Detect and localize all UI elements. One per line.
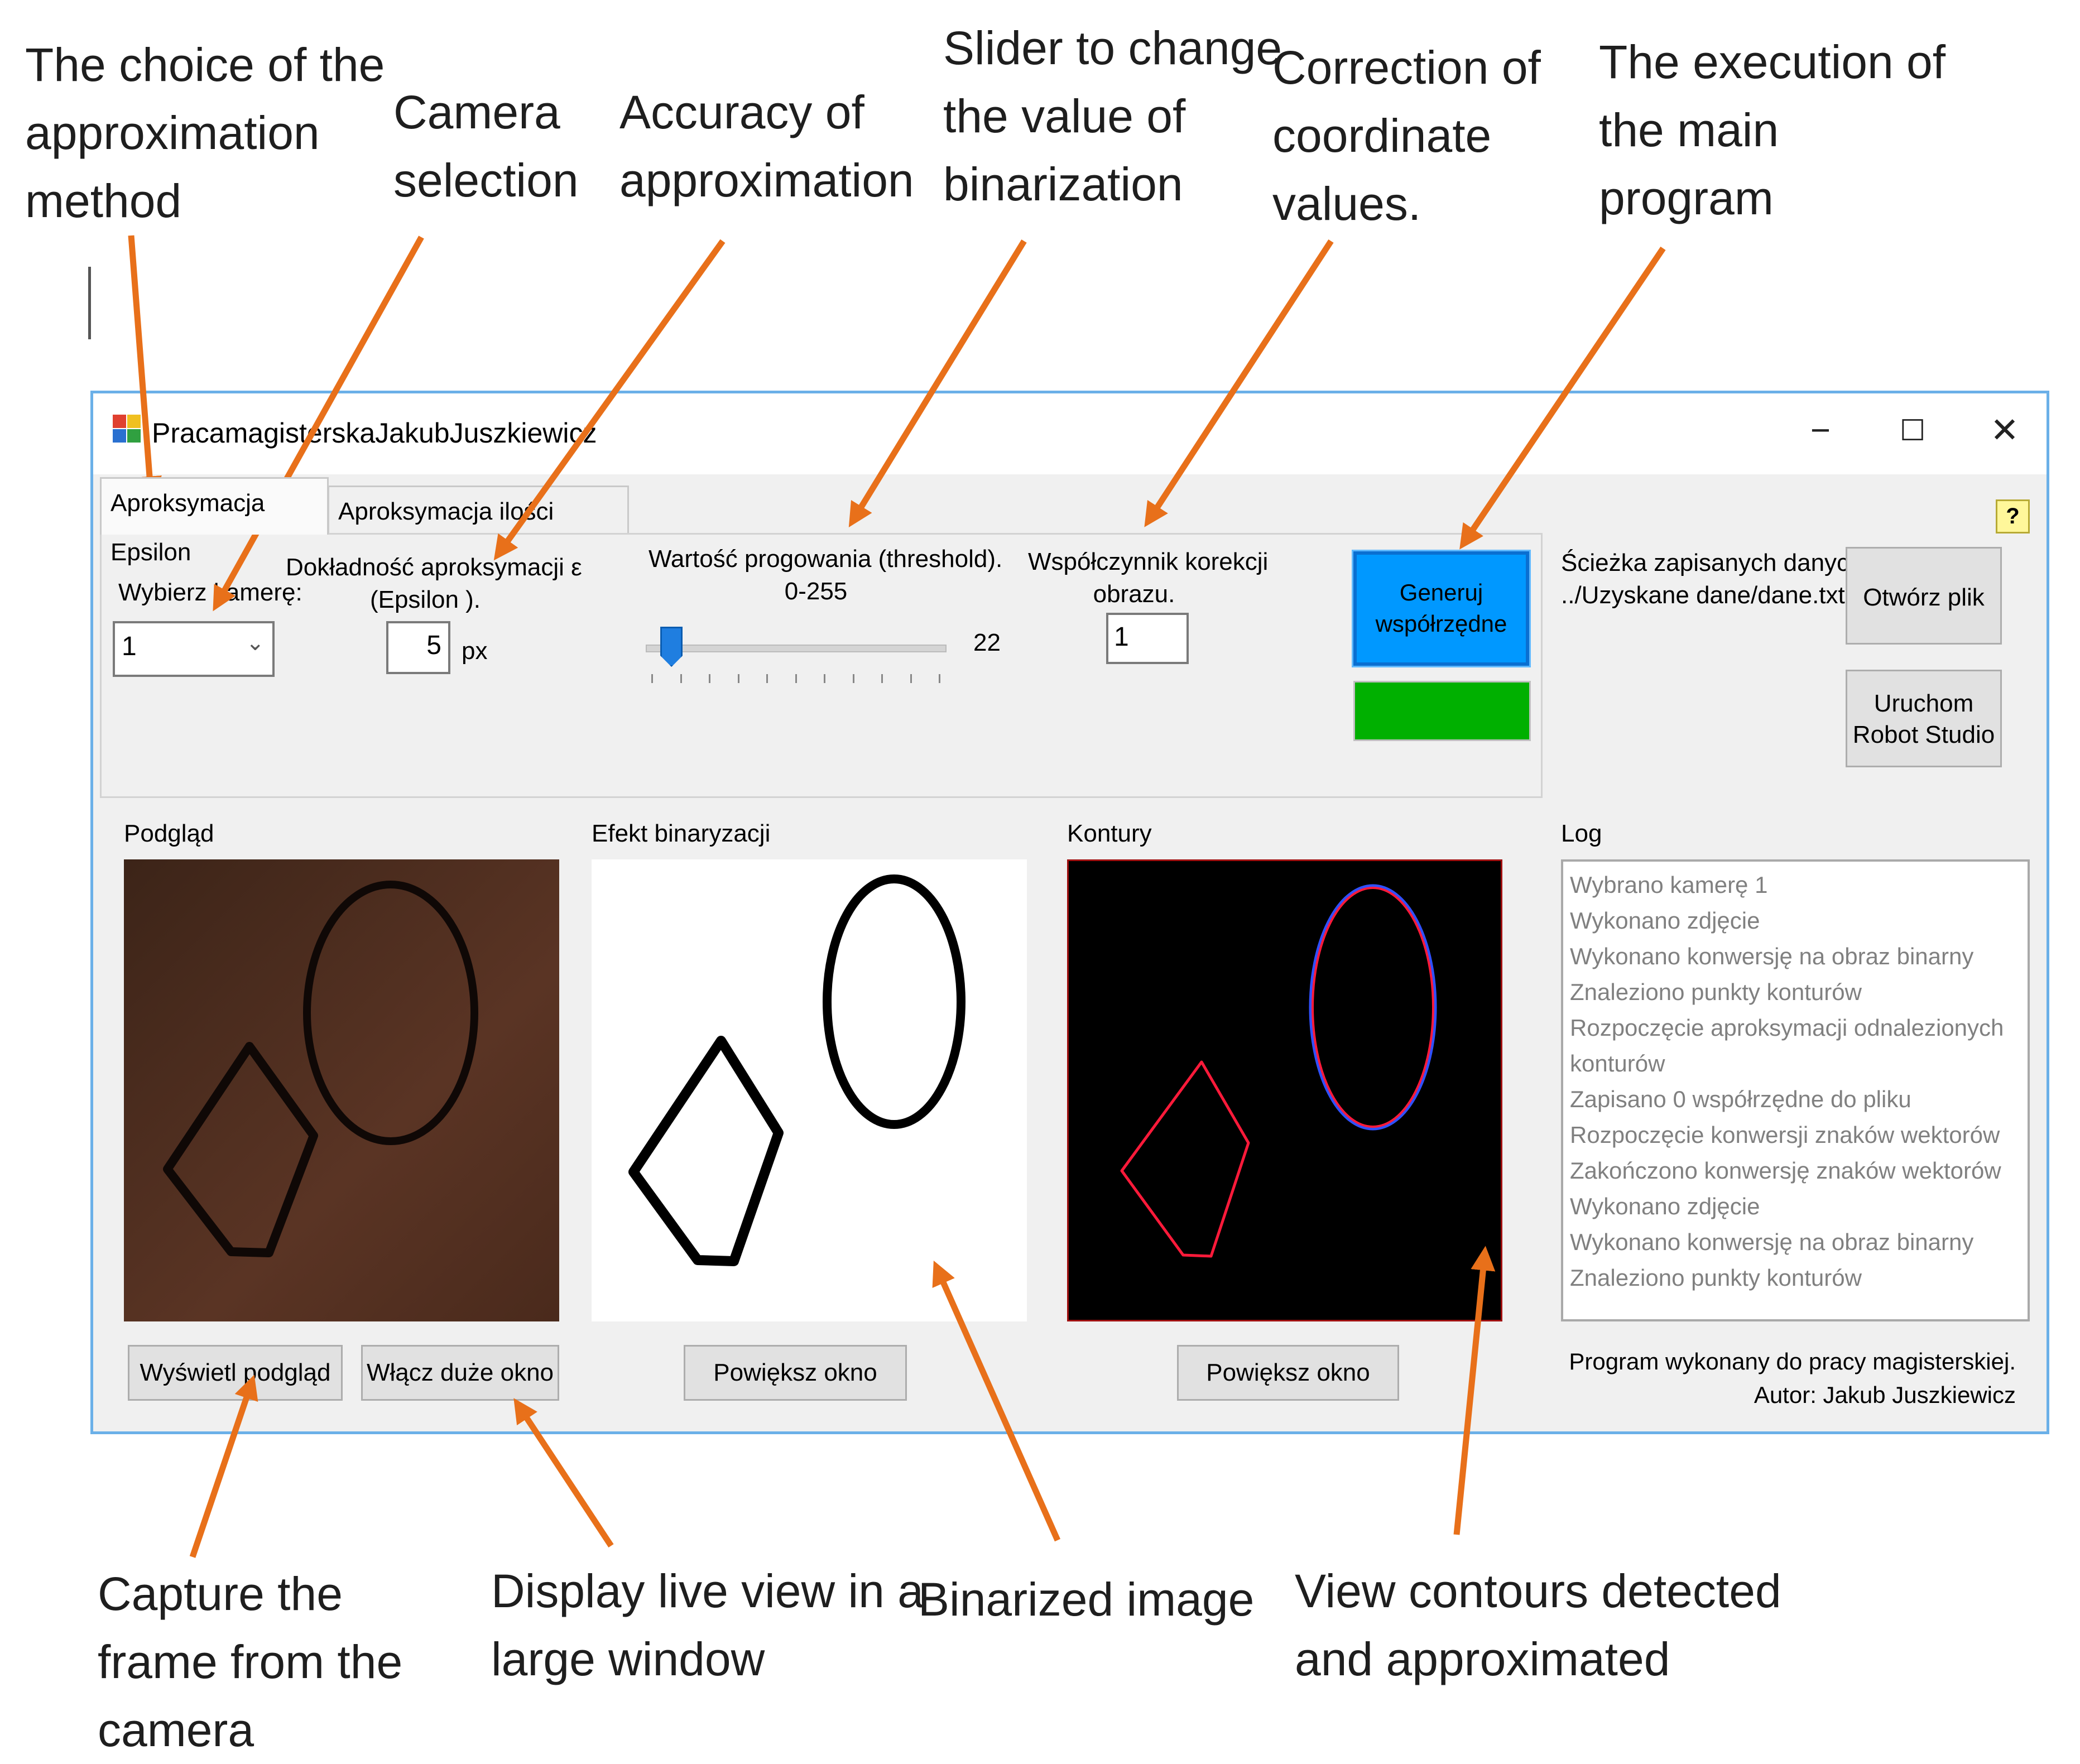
- annotation-approximation-method: The choice of the approximation method: [25, 39, 385, 227]
- correction-input[interactable]: 1: [1106, 613, 1189, 664]
- log-line: Wybrano kamerę 1: [1570, 872, 1768, 898]
- chevron-down-icon: ⌄: [246, 631, 265, 655]
- preview-label: Podgląd: [124, 820, 214, 847]
- text-cursor: [88, 267, 91, 339]
- slider-tick: [795, 674, 797, 683]
- correction-label: Współczynnik korekcji obrazu.: [1028, 548, 1269, 608]
- enlarge-binary-button[interactable]: Powiększ okno: [684, 1345, 907, 1401]
- close-button[interactable]: ✕: [1963, 400, 2047, 462]
- log-label: Log: [1561, 820, 1602, 847]
- annotation-camera-selection: Camera selection: [393, 86, 579, 206]
- open-file-button[interactable]: Otwórz plik: [1846, 547, 2002, 645]
- log-line: Zapisano 0 współrzędne do pliku: [1570, 1086, 1911, 1112]
- log-line: Wykonano zdjęcie: [1570, 1193, 1760, 1219]
- threshold-label: Wartość progowania (threshold). 0-255: [649, 545, 1003, 605]
- log-line: Wykonano konwersję na obraz binarny: [1570, 1229, 1974, 1255]
- camera-select[interactable]: 1 ⌄: [113, 621, 275, 677]
- log-line: Zakończono konwersję znaków wektorów: [1570, 1157, 2001, 1184]
- camera-select-value: 1: [122, 632, 137, 661]
- settings-panel: Wybierz kamerę: 1 ⌄ Dokładność aproksyma…: [100, 533, 1543, 798]
- log-line: Rozpoczęcie aproksymacji odnalezionych: [1570, 1015, 2004, 1041]
- annotation-binarized: Binarized image: [918, 1573, 1255, 1626]
- log-line: Znaleziono punkty konturów: [1570, 979, 1862, 1005]
- threshold-slider-thumb[interactable]: [660, 627, 683, 667]
- app-window: PracamagisterskaJakubJuszkiewicz − ☐ ✕ A…: [90, 391, 2049, 1434]
- log-box[interactable]: Wybrano kamerę 1 Wykonano zdjęcie Wykona…: [1561, 859, 2030, 1321]
- binarized-image: [592, 859, 1027, 1321]
- app-icon: [113, 415, 142, 444]
- window-title: PracamagisterskaJakubJuszkiewicz: [152, 417, 597, 449]
- slider-tick: [737, 674, 739, 683]
- log-line: Wykonano konwersję na obraz binarny: [1570, 943, 1974, 969]
- slider-tick: [824, 674, 825, 683]
- camera-label: Wybierz kamerę:: [118, 579, 302, 606]
- epsilon-unit: px: [462, 637, 488, 665]
- author-footer: Program wykonany do pracy magisterskiej.…: [1569, 1348, 2016, 1408]
- run-robot-studio-button[interactable]: Uruchom Robot Studio: [1846, 670, 2002, 767]
- title-bar: PracamagisterskaJakubJuszkiewicz − ☐ ✕: [93, 393, 2047, 474]
- slider-tick: [709, 674, 710, 683]
- epsilon-label: Dokładność aproksymacji ε (Epsilon ).: [286, 554, 582, 613]
- log-line: Znaleziono punkty konturów: [1570, 1265, 1862, 1291]
- slider-tick: [881, 674, 883, 683]
- slider-tick: [910, 674, 912, 683]
- annotation-live-view: Display live view in a large window: [491, 1565, 924, 1685]
- tab-aproksymacja-epsilon[interactable]: Aproksymacja Epsilon: [100, 477, 329, 566]
- threshold-slider-track[interactable]: [646, 645, 947, 652]
- log-line: Wykonano zdjęcie: [1570, 907, 1760, 934]
- tab-aproksymacja-konturow[interactable]: Aproksymacja ilości konturów: [328, 486, 629, 574]
- annotation-contours: View contours detected and approximated: [1295, 1565, 1781, 1685]
- minimize-button[interactable]: −: [1779, 400, 1862, 462]
- annotation-capture: Capture the frame from the camera: [98, 1568, 403, 1756]
- annotation-slider: Slider to change the value of binarization: [943, 22, 1282, 210]
- epsilon-input[interactable]: 5: [386, 621, 450, 674]
- maximize-button[interactable]: ☐: [1871, 400, 1954, 462]
- annotation-accuracy: Accuracy of approximation: [619, 86, 914, 206]
- enlarge-contours-button[interactable]: Powiększ okno: [1177, 1345, 1399, 1401]
- annotation-execution: The execution of the main program: [1599, 36, 1946, 224]
- threshold-value: 22: [973, 629, 1001, 656]
- large-window-button[interactable]: Włącz duże okno: [361, 1345, 559, 1401]
- log-line: konturów: [1570, 1050, 1665, 1076]
- show-preview-button[interactable]: Wyświetl podgląd: [128, 1345, 343, 1401]
- contours-image: [1067, 859, 1502, 1321]
- slider-tick: [651, 674, 653, 683]
- slider-tick: [766, 674, 768, 683]
- slider-tick: [680, 674, 682, 683]
- help-icon[interactable]: ?: [1996, 499, 2030, 533]
- slider-tick: [939, 674, 940, 683]
- generate-coordinates-button[interactable]: Generuj współrzędne: [1352, 550, 1531, 667]
- data-path: Ścieżka zapisanych danych: ../Uzyskane da…: [1561, 549, 1870, 609]
- slider-tick: [852, 674, 854, 683]
- status-indicator: [1353, 681, 1531, 741]
- binary-label: Efekt binaryzacji: [592, 820, 771, 847]
- contours-label: Kontury: [1067, 820, 1152, 847]
- annotation-correction: Correction of coordinate values.: [1272, 41, 1541, 230]
- log-line: Rozpoczęcie konwersji znaków wektorów: [1570, 1122, 2000, 1148]
- preview-image: [124, 859, 559, 1321]
